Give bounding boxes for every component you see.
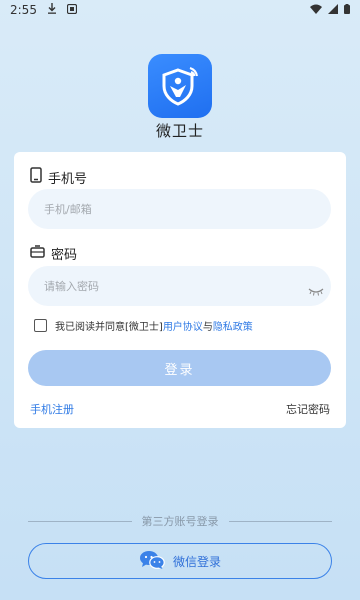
battery-icon: [344, 3, 350, 17]
user-agreement-link[interactable]: 用户协议: [163, 318, 203, 333]
wechat-icon: [139, 550, 165, 573]
third-party-divider: 第三方账号登录: [28, 514, 332, 528]
phone-icon: [30, 167, 42, 187]
divider-line-right: [228, 520, 332, 522]
notification-icon: [66, 3, 78, 17]
agreement-row: 我已阅读并同意[微卫士] 用户协议 与 隐私政策: [34, 318, 253, 333]
privacy-policy-link[interactable]: 隐私政策: [213, 318, 253, 333]
signal-icon: [328, 3, 338, 17]
divider-line-left: [28, 520, 132, 522]
wifi-icon: [310, 3, 322, 17]
agreement-prefix: 我已阅读并同意[微卫士]: [55, 322, 163, 333]
phone-input[interactable]: [28, 189, 331, 229]
password-label-row: 密码: [30, 244, 77, 263]
status-left: 2:55: [10, 3, 78, 17]
shield-icon: [162, 67, 198, 106]
lock-icon: [30, 245, 45, 262]
wechat-login-label: 微信登录: [172, 554, 221, 569]
agreement-and: 与: [202, 322, 213, 333]
phone-label: 手机号: [48, 171, 88, 187]
download-icon: [47, 3, 57, 17]
phone-label-row: 手机号: [30, 167, 87, 187]
wechat-login-button[interactable]: 微信登录: [28, 543, 332, 579]
divider-text: 第三方账号登录: [141, 515, 219, 528]
login-card: 手机号 密码 我已阅读并同意[微卫士] 用户协议 与 隐私政策 登录 手机注册 …: [14, 152, 346, 428]
password-label: 密码: [51, 248, 78, 263]
status-bar: 2:55: [0, 0, 360, 20]
password-input[interactable]: [28, 266, 331, 306]
app-logo: [148, 54, 212, 118]
status-right: [310, 3, 350, 17]
login-button[interactable]: 登录: [28, 350, 331, 386]
agreement-checkbox[interactable]: [34, 319, 47, 332]
phone-register-link[interactable]: 手机注册: [30, 401, 74, 417]
forgot-password-link[interactable]: 忘记密码: [286, 401, 330, 417]
eye-closed-icon[interactable]: [306, 283, 326, 296]
app-name: 微卫士: [155, 122, 204, 140]
status-time: 2:55: [10, 3, 37, 17]
